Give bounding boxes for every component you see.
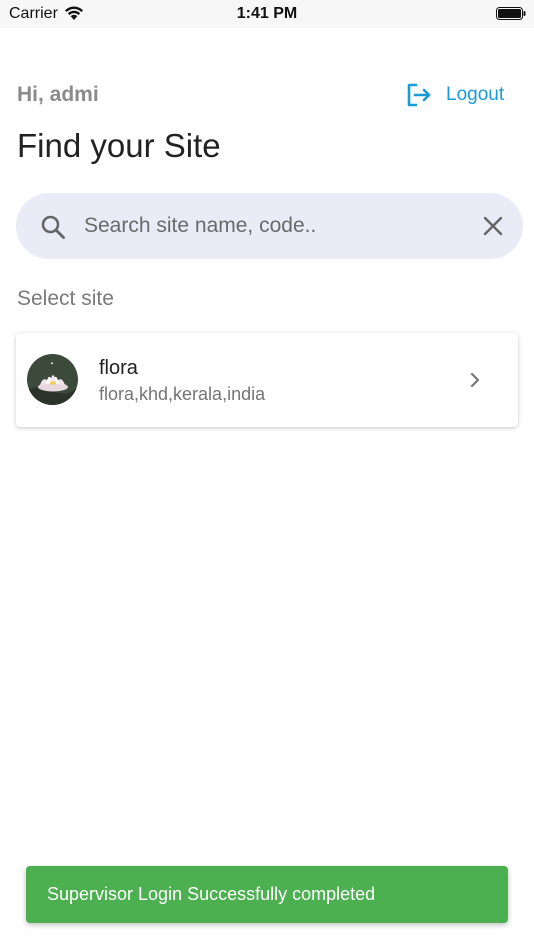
status-time: 1:41 PM (236, 5, 298, 22)
site-avatar (27, 354, 78, 405)
status-bar: Carrier 1:41 PM (0, 0, 534, 28)
battery-icon (496, 7, 526, 20)
logout-icon (407, 83, 431, 107)
site-list-item[interactable]: flora flora,khd,kerala,india (16, 333, 518, 427)
logout-button[interactable]: Logout (406, 81, 504, 109)
snackbar-message: Supervisor Login Successfully completed (47, 884, 376, 904)
clear-icon[interactable] (482, 215, 504, 237)
search-bar (16, 193, 523, 259)
section-label: Select site (17, 287, 114, 310)
chevron-right-icon (470, 372, 480, 388)
site-name: flora (99, 357, 138, 379)
page-title: Find your Site (17, 127, 221, 164)
site-subtitle: flora,khd,kerala,india (99, 384, 266, 404)
greeting-text: Hi, admi (17, 83, 99, 106)
search-input[interactable] (84, 193, 464, 259)
snackbar: Supervisor Login Successfully completed (26, 866, 508, 923)
search-icon (41, 215, 65, 239)
logout-label: Logout (446, 84, 505, 105)
